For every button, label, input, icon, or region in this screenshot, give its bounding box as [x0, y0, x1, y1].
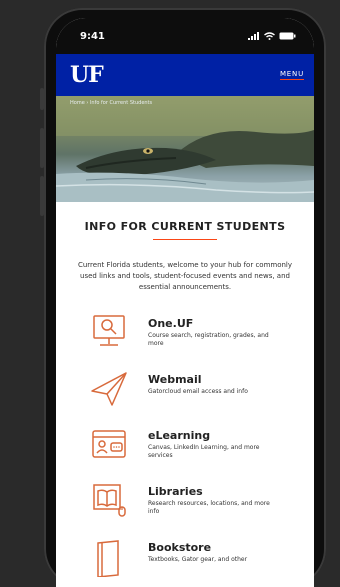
hero-image-alligator: Home › Info for Current Students — [56, 96, 314, 202]
link-elearning[interactable]: eLearning Canvas, LinkedIn Learning, and… — [88, 423, 314, 479]
link-description: Research resources, locations, and more … — [148, 500, 270, 515]
wifi-icon — [264, 32, 275, 40]
title-divider — [153, 239, 217, 240]
link-description: Gatorcloud email access and info — [148, 388, 248, 395]
page-title: INFO FOR CURRENT STUDENTS — [84, 220, 286, 233]
link-title[interactable]: Libraries — [148, 485, 280, 498]
uf-logo[interactable]: UF — [70, 62, 104, 88]
alligator-illustration — [56, 96, 314, 202]
breadcrumb-current: Info for Current Students — [89, 100, 153, 106]
link-title[interactable]: Webmail — [148, 373, 280, 386]
link-title[interactable]: One.UF — [148, 317, 280, 330]
battery-icon — [279, 32, 296, 40]
quick-links-list: One.UF Course search, registration, grad… — [56, 311, 314, 587]
breadcrumb-home[interactable]: Home — [70, 100, 85, 106]
status-time: 9:41 — [80, 30, 105, 42]
link-title[interactable]: eLearning — [148, 429, 280, 442]
site-header: UF MENU — [56, 54, 314, 96]
status-icons — [248, 32, 296, 40]
book-icon — [97, 540, 119, 577]
phone-frame: 9:41 UF MENU Home › Info for Current Stu… — [44, 8, 326, 587]
link-libraries[interactable]: Libraries Research resources, locations,… — [88, 479, 314, 535]
link-description: Textbooks, Gator gear, and other — [148, 556, 248, 563]
id-card-icon — [92, 430, 126, 458]
link-bookstore[interactable]: Bookstore Textbooks, Gator gear, and oth… — [88, 535, 314, 587]
intro-text: Current Florida students, welcome to you… — [77, 261, 293, 291]
paper-plane-icon — [91, 372, 127, 406]
phone-screen: 9:41 UF MENU Home › Info for Current Stu… — [56, 18, 314, 587]
main-content: INFO FOR CURRENT STUDENTS Current Florid… — [56, 202, 314, 587]
menu-button[interactable]: MENU — [279, 70, 304, 80]
link-one-uf[interactable]: One.UF Course search, registration, grad… — [88, 311, 314, 367]
open-book-icon — [93, 484, 126, 517]
link-description: Course search, registration, grades, and… — [148, 332, 269, 347]
breadcrumb-separator: › — [86, 100, 89, 106]
link-webmail[interactable]: Webmail Gatorcloud email access and info — [88, 367, 314, 423]
breadcrumb: Home › Info for Current Students — [70, 100, 152, 106]
computer-search-icon — [93, 315, 125, 346]
link-title[interactable]: Bookstore — [148, 541, 280, 554]
link-description: Canvas, LinkedIn Learning, and more serv… — [148, 444, 260, 459]
cellular-signal-icon — [248, 32, 259, 40]
status-bar: 9:41 — [56, 18, 314, 54]
